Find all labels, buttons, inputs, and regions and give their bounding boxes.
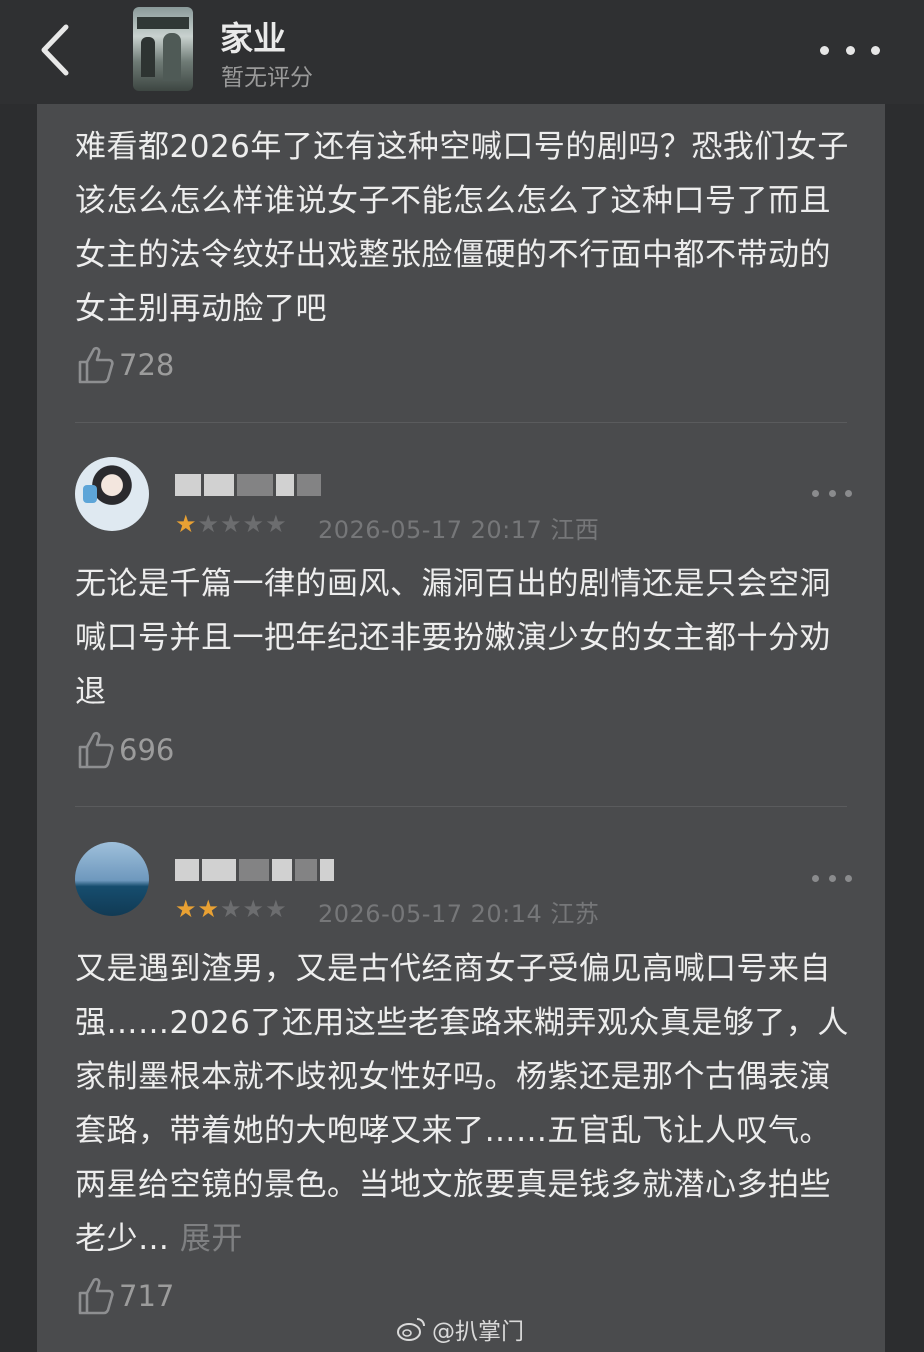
review-list: 难看都2026年了还有这种空喊口号的剧吗？恐我们女子该怎么怎么样谁说女子不能怎么… bbox=[37, 104, 885, 1352]
star-rating: ★ ★ ★ ★ ★ bbox=[175, 896, 287, 922]
dot-icon bbox=[845, 489, 852, 497]
review-text: 又是遇到渣男，又是古代经商女子受偏见高喊口号来自强……2026了还用这些老套路来… bbox=[75, 942, 855, 1266]
divider bbox=[75, 806, 847, 807]
avatar[interactable] bbox=[75, 457, 149, 531]
like-button[interactable]: 717 bbox=[77, 1275, 174, 1317]
like-button[interactable]: 728 bbox=[77, 344, 174, 386]
thumbs-up-icon bbox=[78, 346, 114, 384]
dot-icon bbox=[812, 489, 819, 497]
username-blurred[interactable] bbox=[175, 855, 334, 885]
dot-icon bbox=[828, 874, 836, 882]
watermark-text: @扒掌门 bbox=[432, 1319, 524, 1345]
dot-icon bbox=[828, 489, 836, 497]
back-button[interactable] bbox=[30, 20, 80, 80]
star-icon: ★ bbox=[265, 895, 287, 923]
like-count: 717 bbox=[119, 1279, 175, 1313]
dot-icon bbox=[845, 45, 855, 55]
star-icon: ★ bbox=[242, 510, 265, 538]
review-text: 无论是千篇一律的画风、漏洞百出的剧情还是只会空洞喊口号并且一把年纪还非要扮嫩演少… bbox=[75, 566, 831, 710]
chevron-left-icon bbox=[41, 24, 69, 76]
like-count: 696 bbox=[119, 733, 175, 767]
star-icon: ★ bbox=[220, 895, 242, 923]
star-icon: ★ bbox=[220, 510, 242, 538]
like-button[interactable]: 696 bbox=[77, 729, 174, 771]
more-options-button[interactable] bbox=[820, 30, 880, 70]
review-text: 难看都2026年了还有这种空喊口号的剧吗？恐我们女子该怎么怎么样谁说女子不能怎么… bbox=[75, 129, 849, 327]
like-count: 728 bbox=[119, 348, 175, 382]
rating-status: 暂无评分 bbox=[221, 65, 313, 91]
divider bbox=[75, 422, 847, 423]
review-meta: 2026-05-17 20:17 江西 bbox=[318, 516, 600, 544]
dot-icon bbox=[871, 45, 880, 55]
show-poster[interactable] bbox=[133, 7, 193, 91]
expand-link[interactable]: 展开 bbox=[180, 1221, 243, 1257]
avatar[interactable] bbox=[75, 842, 149, 916]
star-icon: ★ bbox=[197, 895, 220, 923]
dot-icon bbox=[845, 874, 852, 882]
thumbs-up-icon bbox=[78, 1277, 114, 1315]
weibo-logo-icon bbox=[397, 1318, 425, 1341]
watermark: @扒掌门 bbox=[396, 1313, 524, 1345]
star-icon: ★ bbox=[175, 510, 197, 538]
review-meta: 2026-05-17 20:14 江苏 bbox=[318, 900, 600, 928]
top-bar: 家业 暂无评分 bbox=[0, 0, 924, 104]
star-icon: ★ bbox=[242, 895, 265, 923]
star-icon: ★ bbox=[197, 510, 220, 538]
star-rating: ★ ★ ★ ★ ★ bbox=[175, 511, 287, 537]
username-blurred[interactable] bbox=[175, 470, 321, 500]
dot-icon bbox=[820, 45, 829, 55]
star-icon: ★ bbox=[265, 510, 287, 538]
review-more-button[interactable] bbox=[812, 872, 852, 884]
show-title: 家业 bbox=[220, 19, 286, 58]
review-more-button[interactable] bbox=[812, 487, 852, 499]
star-icon: ★ bbox=[175, 895, 197, 923]
dot-icon bbox=[812, 874, 819, 882]
review-body: 又是遇到渣男，又是古代经商女子受偏见高喊口号来自强……2026了还用这些老套路来… bbox=[75, 951, 849, 1257]
thumbs-up-icon bbox=[78, 731, 114, 769]
